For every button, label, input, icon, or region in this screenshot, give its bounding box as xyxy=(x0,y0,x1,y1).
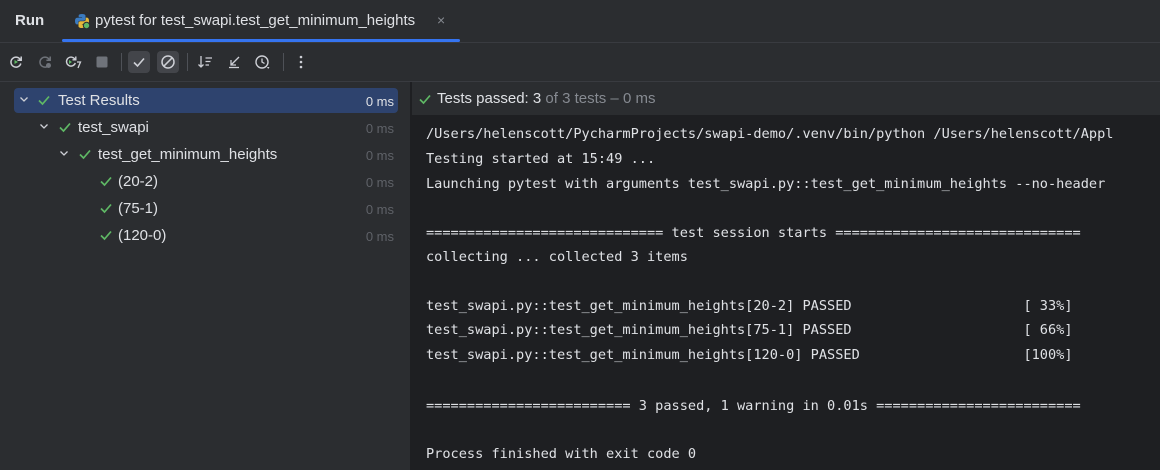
history-icon[interactable] xyxy=(252,51,274,73)
tests-passed-summary: Tests passed: 3 of 3 tests – 0 ms xyxy=(437,90,655,107)
console-line: Testing started at 15:49 ... xyxy=(426,151,656,167)
passed-check-icon xyxy=(100,230,112,241)
chevron-down-icon[interactable] xyxy=(18,93,30,105)
tree-item-label: Test Results xyxy=(58,92,140,109)
toggle-auto-test-icon[interactable] xyxy=(62,51,84,73)
tab-title: pytest for test_swapi.test_get_minimum_h… xyxy=(95,12,416,29)
console-output[interactable]: /Users/helenscott/PycharmProjects/swapi-… xyxy=(412,116,1160,470)
tree-item-label: (120-0) xyxy=(118,227,167,244)
tree-row-test-swapi[interactable]: test_swapi 0 ms xyxy=(14,115,398,140)
chevron-down-icon[interactable] xyxy=(58,147,70,159)
tree-row-case-120-0[interactable]: (120-0) 0 ms xyxy=(14,223,398,248)
collapse-icon[interactable] xyxy=(223,51,245,73)
console-line: test_swapi.py::test_get_minimum_heights[… xyxy=(426,322,1073,338)
passed-check-icon xyxy=(79,149,91,160)
test-runner-toolbar xyxy=(0,43,1160,82)
console-line: Launching pytest with arguments test_swa… xyxy=(426,176,1106,192)
chevron-down-icon[interactable] xyxy=(38,120,50,132)
active-tab-indicator xyxy=(62,39,460,42)
duration-label: 0 ms xyxy=(365,175,394,190)
sort-icon[interactable] xyxy=(195,51,217,73)
toolbar-separator xyxy=(283,53,284,71)
tree-row-test-results[interactable]: Test Results 0 ms xyxy=(14,88,398,113)
tree-row-test-get-minimum-heights[interactable]: test_get_minimum_heights 0 ms xyxy=(14,142,398,167)
show-passed-icon[interactable] xyxy=(128,51,150,73)
tree-item-label: (20-2) xyxy=(118,173,159,190)
passed-check-icon xyxy=(100,176,112,187)
tree-item-label: test_swapi xyxy=(78,119,149,136)
passed-check-icon xyxy=(59,122,71,133)
tree-row-case-75-1[interactable]: (75-1) 0 ms xyxy=(14,196,398,221)
passed-check-icon xyxy=(38,95,50,106)
console-line: test_swapi.py::test_get_minimum_heights[… xyxy=(426,347,1073,363)
toolbar-separator xyxy=(187,53,188,71)
run-tool-window-header: Run pytest for test_swapi.test_get_minim… xyxy=(0,0,1160,43)
run-tab-pytest[interactable]: pytest for test_swapi.test_get_minimum_h… xyxy=(62,0,460,42)
tab-close-icon[interactable]: × xyxy=(437,12,445,28)
tests-total-duration: of 3 tests – 0 ms xyxy=(541,90,656,107)
toolbar-separator xyxy=(121,53,122,71)
test-status-bar: Tests passed: 3 of 3 tests – 0 ms xyxy=(412,82,1160,115)
duration-label: 0 ms xyxy=(365,229,394,244)
python-test-icon xyxy=(75,14,90,29)
test-results-tree: Test Results 0 ms test_swapi 0 ms test_g… xyxy=(0,82,410,470)
rerun-icon[interactable] xyxy=(5,51,27,73)
more-icon[interactable] xyxy=(290,51,312,73)
duration-label: 0 ms xyxy=(365,202,394,217)
passed-check-icon xyxy=(419,94,431,105)
run-label: Run xyxy=(15,12,45,29)
show-ignored-icon[interactable] xyxy=(157,51,179,73)
duration-label: 0 ms xyxy=(365,121,394,136)
duration-label: 0 ms xyxy=(365,94,394,109)
console-line: collecting ... collected 3 items xyxy=(426,249,688,265)
rerun-failed-icon[interactable] xyxy=(34,51,56,73)
console-line: ============================= test sessi… xyxy=(426,225,1081,241)
stop-icon[interactable] xyxy=(91,51,113,73)
tree-row-case-20-2[interactable]: (20-2) 0 ms xyxy=(14,169,398,194)
console-line: test_swapi.py::test_get_minimum_heights[… xyxy=(426,298,1073,314)
console-line: /Users/helenscott/PycharmProjects/swapi-… xyxy=(426,126,1114,142)
tree-item-label: test_get_minimum_heights xyxy=(98,146,278,163)
passed-check-icon xyxy=(100,203,112,214)
tree-item-label: (75-1) xyxy=(118,200,159,217)
tests-passed-count: Tests passed: 3 xyxy=(437,90,542,107)
console-line: Process finished with exit code 0 xyxy=(426,446,697,462)
console-line: ========================= 3 passed, 1 wa… xyxy=(426,398,1081,414)
duration-label: 0 ms xyxy=(365,148,394,163)
